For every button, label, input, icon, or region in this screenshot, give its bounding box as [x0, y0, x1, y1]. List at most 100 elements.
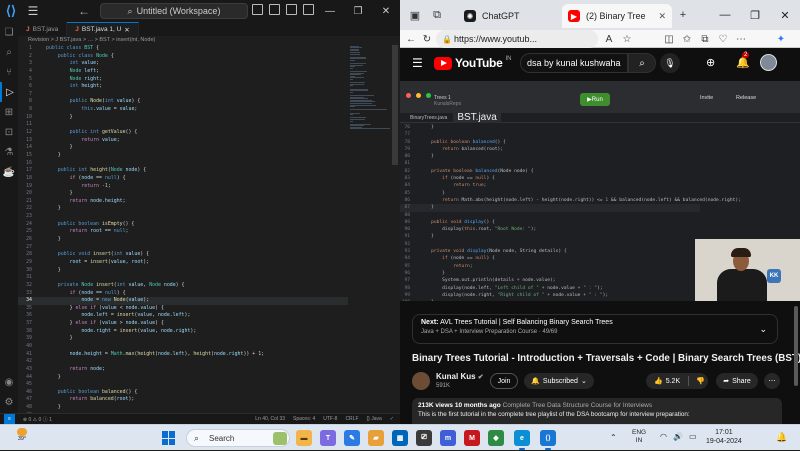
- channel-name[interactable]: Kunal Kus ✔: [436, 372, 484, 381]
- code-line[interactable]: 38 node.right = insert(value, node.right…: [18, 328, 348, 336]
- share-button[interactable]: ➦ Share: [716, 373, 758, 389]
- toggle-panel-icon[interactable]: [269, 4, 280, 15]
- code-line[interactable]: 34 node = new Node(value);: [18, 297, 348, 305]
- code-line[interactable]: 45: [18, 381, 348, 389]
- address-bar[interactable]: 🔒 https://www.youtub...: [436, 30, 598, 48]
- taskbar-search[interactable]: ⌕ Search: [186, 429, 290, 447]
- search-icon[interactable]: ⌕: [628, 53, 656, 73]
- code-line[interactable]: 8 public Node(int value) {: [18, 98, 348, 106]
- join-button[interactable]: Join: [490, 373, 518, 389]
- new-tab-icon[interactable]: +: [676, 8, 690, 22]
- code-line[interactable]: 3 int value;: [18, 60, 348, 68]
- code-line[interactable]: 21 return node.height;: [18, 198, 348, 206]
- browser-essentials-icon[interactable]: ♡: [716, 32, 730, 46]
- status-item[interactable]: Ln 40, Col 33: [255, 416, 285, 422]
- minimize-icon[interactable]: —: [710, 0, 740, 30]
- code-line[interactable]: 11: [18, 121, 348, 129]
- code-line[interactable]: 29 root = insert(value, root);: [18, 259, 348, 267]
- system-tray[interactable]: ◠ 🔊 ▭: [660, 432, 697, 441]
- code-line[interactable]: 23: [18, 213, 348, 221]
- start-button[interactable]: [162, 431, 176, 445]
- dislike-button[interactable]: 👎: [689, 377, 705, 385]
- menu-icon[interactable]: ☰: [22, 0, 44, 22]
- breadcrumb[interactable]: Revision > J BST.java > … > BST > insert…: [18, 36, 400, 45]
- chevron-up-icon[interactable]: ⌃: [610, 433, 617, 442]
- code-line[interactable]: 36 node.left = insert(value, node.left);: [18, 312, 348, 320]
- restore-icon[interactable]: ❐: [740, 0, 770, 30]
- android-studio-icon[interactable]: ◆: [488, 430, 504, 446]
- tab-youtube[interactable]: ▶ (2) Binary Tree ✕: [562, 4, 672, 28]
- mail-app-icon[interactable]: m: [440, 430, 456, 446]
- tab-chatgpt[interactable]: ✺ ChatGPT: [458, 4, 558, 28]
- explorer-icon[interactable]: ❏: [0, 22, 18, 42]
- code-line[interactable]: 10 }: [18, 114, 348, 122]
- code-line[interactable]: 17 public int height(Node node) {: [18, 167, 348, 175]
- code-line[interactable]: 12 public int getValue() {: [18, 129, 348, 137]
- clock[interactable]: 17:01 19-04-2024: [706, 428, 742, 446]
- code-line[interactable]: 14 }: [18, 144, 348, 152]
- customize-layout-icon[interactable]: [303, 4, 314, 15]
- code-line[interactable]: 6 int height;: [18, 83, 348, 91]
- remote-indicator[interactable]: ≡: [4, 414, 15, 424]
- scrollbar-thumb[interactable]: [392, 45, 398, 165]
- run-debug-icon[interactable]: ▷: [0, 82, 18, 102]
- vscode-taskbar-icon[interactable]: ⟨⟩: [540, 430, 556, 450]
- java-projects-icon[interactable]: ☕: [0, 162, 18, 182]
- testing-icon[interactable]: ⚗: [0, 142, 18, 162]
- close-icon[interactable]: ✕: [372, 0, 400, 22]
- more-actions-icon[interactable]: ⋯: [764, 373, 780, 389]
- weather-widget[interactable]: 39°: [10, 428, 34, 448]
- code-line[interactable]: 26 }: [18, 236, 348, 244]
- code-line[interactable]: 4 Node left;: [18, 68, 348, 76]
- code-line[interactable]: 37 } else if (value > node.value) {: [18, 320, 348, 328]
- youtube-search-input[interactable]: dsa by kunal kushwaha: [520, 53, 628, 73]
- code-line[interactable]: 27: [18, 244, 348, 252]
- code-line[interactable]: 35 } else if (value < node.value) {: [18, 305, 348, 313]
- channel-avatar[interactable]: [412, 372, 430, 390]
- settings-gear-icon[interactable]: ⚙: [0, 392, 18, 412]
- command-center-search[interactable]: ⌕ Untitled (Workspace): [100, 3, 248, 19]
- teams-icon[interactable]: T: [320, 430, 336, 446]
- copilot-icon[interactable]: ✦: [774, 32, 788, 46]
- page-scrollbar[interactable]: [794, 306, 798, 386]
- menu-icon[interactable]: ☰: [412, 56, 423, 70]
- status-item[interactable]: CRLF: [345, 416, 358, 422]
- minimize-icon[interactable]: —: [316, 0, 344, 22]
- tab-actions-icon[interactable]: ⧉: [430, 8, 444, 22]
- status-item[interactable]: ✓: [390, 416, 394, 422]
- notification-center-icon[interactable]: 🔔: [776, 432, 787, 443]
- close-tab-icon[interactable]: ✕: [124, 26, 129, 34]
- restore-icon[interactable]: ❐: [344, 0, 372, 22]
- code-line[interactable]: 25 return root == null;: [18, 228, 348, 236]
- status-item[interactable]: UTF-8: [323, 416, 337, 422]
- whiteboard-icon[interactable]: ✎: [344, 430, 360, 446]
- code-line[interactable]: 33 if (node == null) {: [18, 290, 348, 298]
- code-line[interactable]: 9 this.value = value;: [18, 106, 348, 114]
- video-player[interactable]: Trees 1 KunalsRepo ▶ Run Invite Release …: [400, 81, 800, 301]
- code-line[interactable]: 32 private Node insert(int value, Node n…: [18, 282, 348, 290]
- status-item[interactable]: Spaces: 4: [293, 416, 315, 422]
- store-icon[interactable]: ▦: [392, 430, 408, 446]
- terminal-icon[interactable]: ⎚: [416, 430, 432, 446]
- close-tab-icon[interactable]: ✕: [658, 11, 666, 22]
- close-icon[interactable]: ✕: [770, 0, 800, 30]
- settings-more-icon[interactable]: ⋯: [734, 32, 748, 46]
- code-line[interactable]: 1 public class BST {: [18, 45, 348, 53]
- toggle-sidebar-icon[interactable]: [252, 4, 263, 15]
- code-line[interactable]: 31: [18, 274, 348, 282]
- code-editor[interactable]: 1 public class BST {2 public class Node {…: [18, 45, 348, 413]
- back-arrow-icon[interactable]: ←: [404, 32, 418, 46]
- tab-bst-java[interactable]: J BST.java: [18, 22, 68, 36]
- edge-icon[interactable]: e: [514, 430, 530, 450]
- like-button[interactable]: 👍 5.2K: [646, 376, 690, 386]
- code-line[interactable]: 48 }: [18, 404, 348, 412]
- code-line[interactable]: 15 }: [18, 152, 348, 160]
- youtube-logo[interactable]: YouTube IN: [434, 56, 511, 70]
- extensions-icon[interactable]: ⊞: [0, 102, 18, 122]
- code-line[interactable]: 47 return balanced(root);: [18, 396, 348, 404]
- code-line[interactable]: 18 if (node == null) {: [18, 175, 348, 183]
- code-line[interactable]: 22 }: [18, 205, 348, 213]
- code-line[interactable]: 41 node.height = Math.max(height(node.le…: [18, 351, 348, 359]
- code-line[interactable]: 19 return -1;: [18, 183, 348, 191]
- problems-indicator[interactable]: ⊗ 0 ⚠ 0 ⓘ 1: [23, 416, 52, 423]
